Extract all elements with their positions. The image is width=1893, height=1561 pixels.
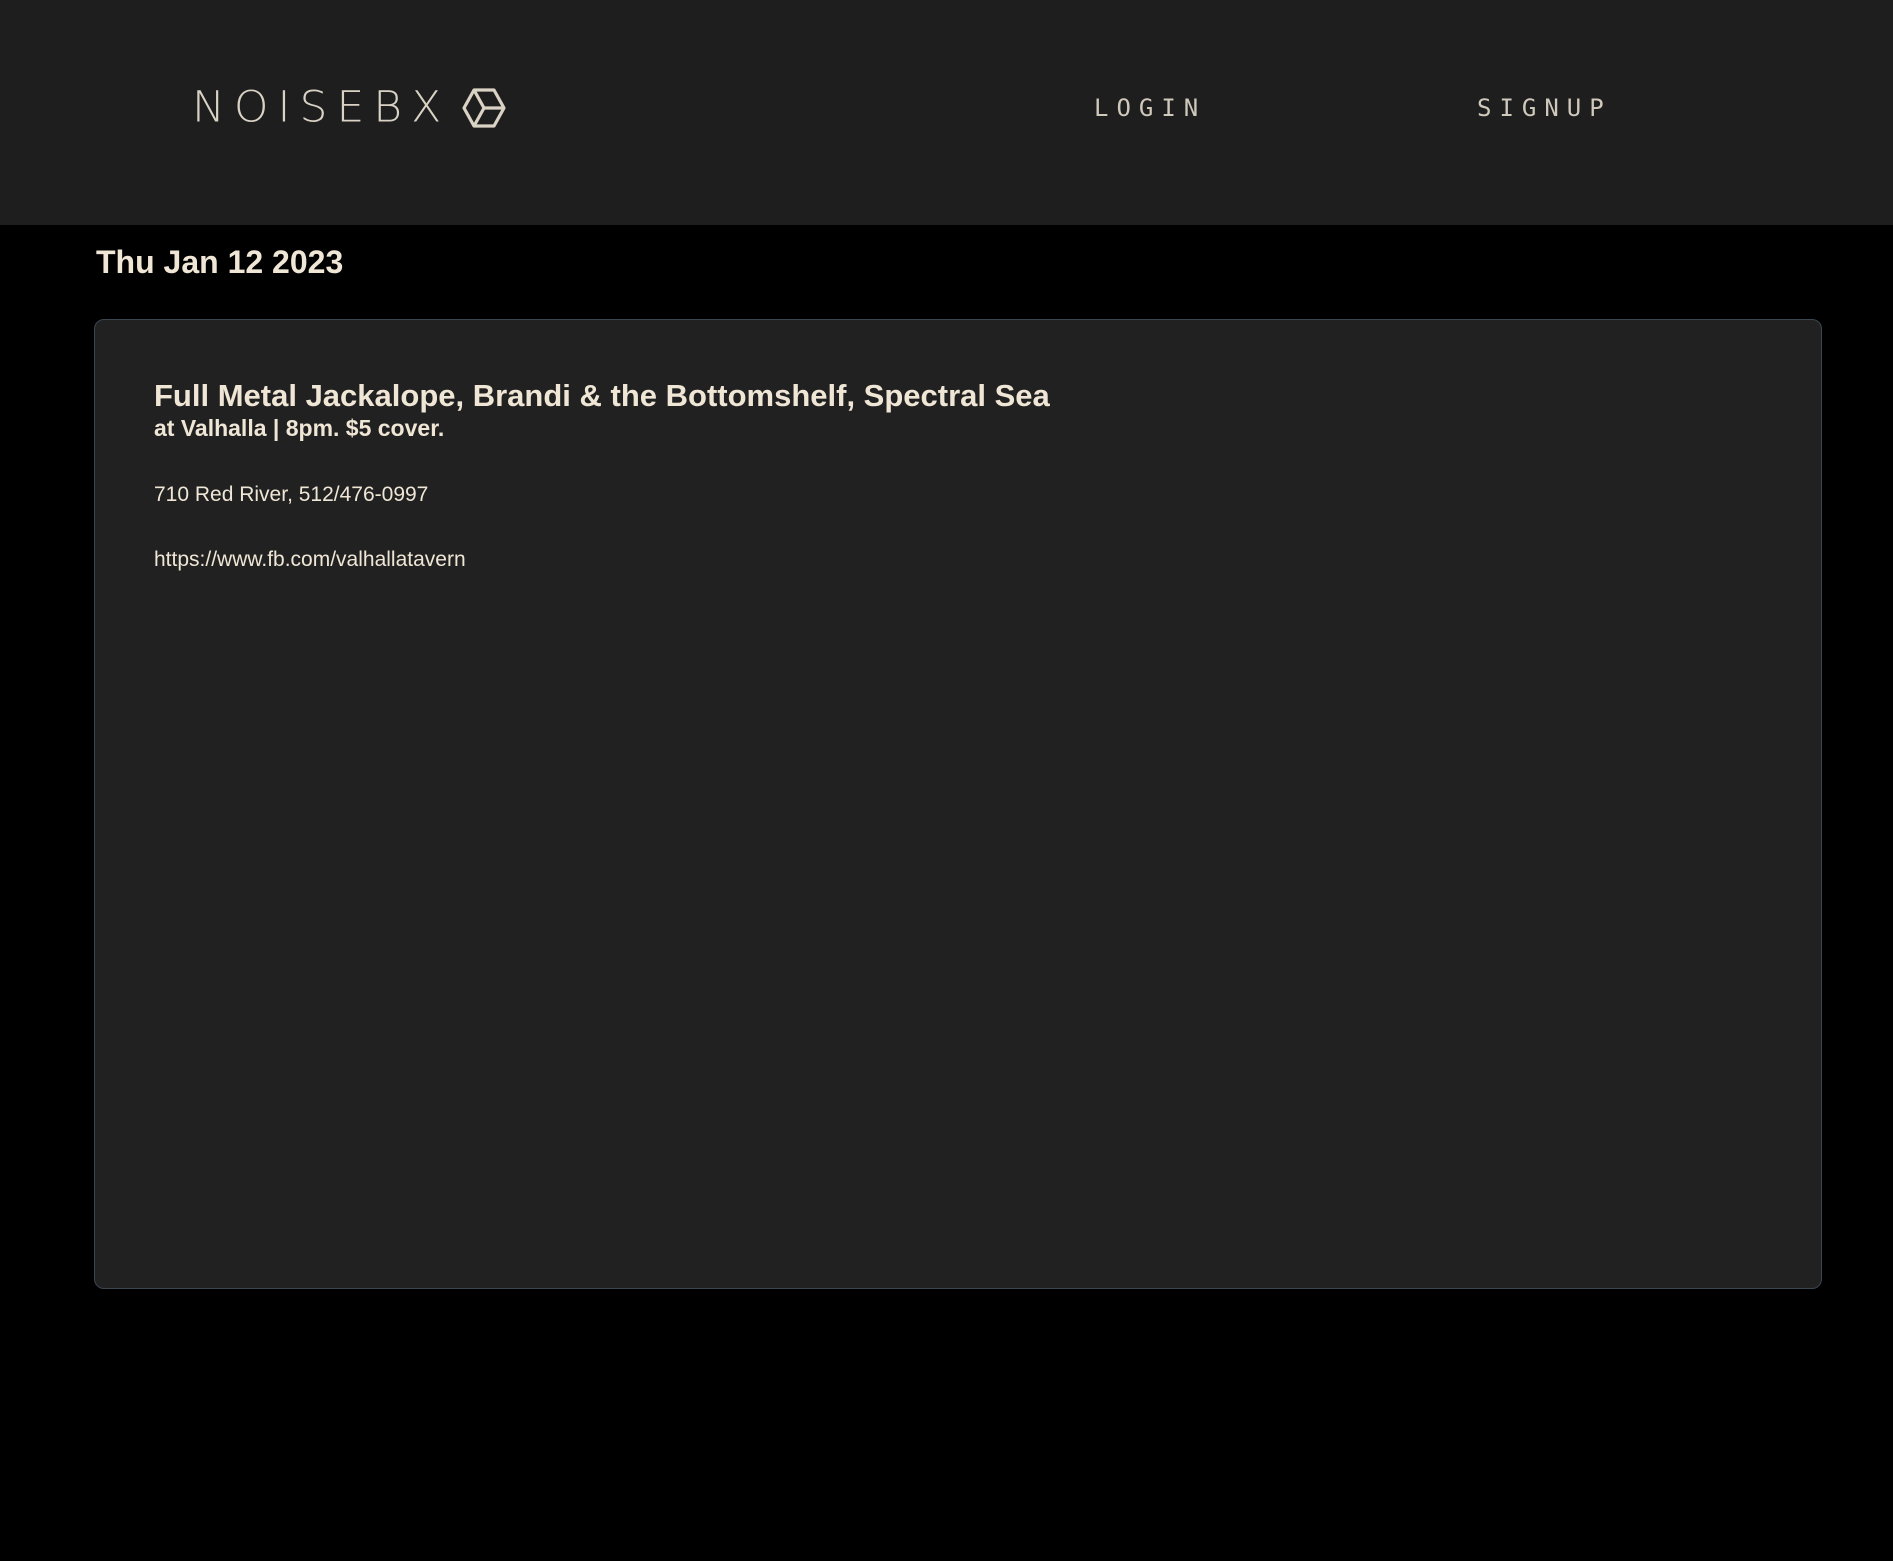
site-header: NOISEBX LOGIN SIGNUP: [0, 0, 1893, 225]
event-venue-details: at Valhalla | 8pm. $5 cover.: [154, 415, 445, 441]
logo-wordmark: NOISEBX: [192, 82, 451, 133]
login-link[interactable]: LOGIN: [1094, 93, 1206, 123]
hexagon-cube-icon: [462, 88, 506, 128]
event-address: 710 Red River, 512/476-0997: [154, 483, 429, 506]
signup-link[interactable]: SIGNUP: [1477, 93, 1612, 123]
event-card: Full Metal Jackalope, Brandi & the Botto…: [94, 319, 1822, 1289]
event-title: Full Metal Jackalope, Brandi & the Botto…: [154, 378, 1050, 413]
event-url-link[interactable]: https://www.fb.com/valhallatavern: [154, 547, 466, 573]
site-logo[interactable]: NOISEBX: [192, 84, 506, 132]
event-date-heading: Thu Jan 12 2023: [96, 244, 344, 280]
